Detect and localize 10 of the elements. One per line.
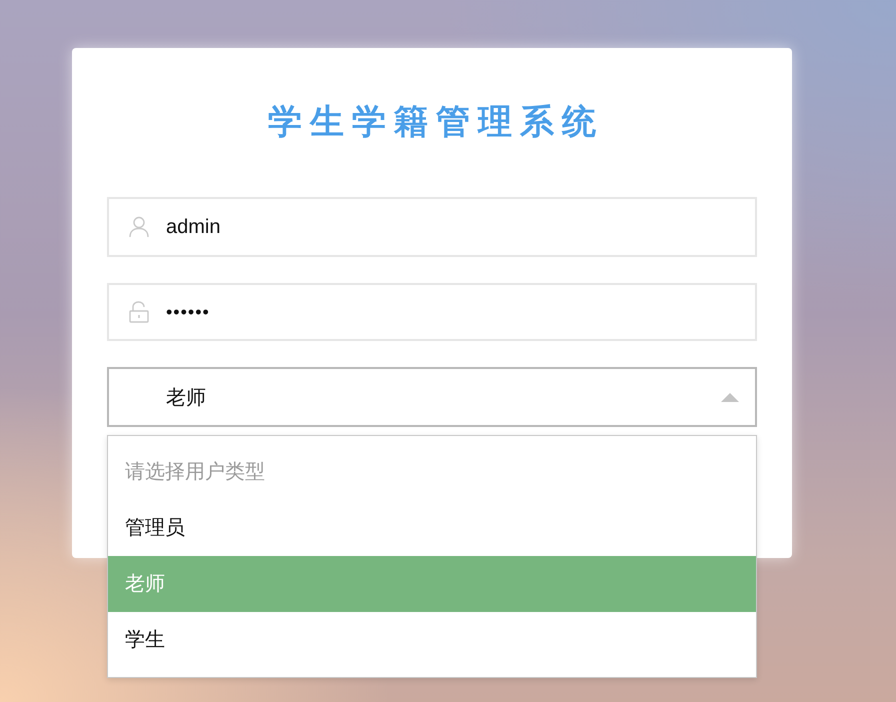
app-title: 学生学籍管理系统	[267, 102, 605, 143]
username-field[interactable]: admin	[107, 197, 757, 257]
dropdown-option: 请选择用户类型	[108, 444, 756, 500]
user-type-select[interactable]: 老师	[107, 367, 757, 427]
lock-icon	[129, 301, 149, 323]
dropdown-option[interactable]: 学生	[108, 612, 756, 668]
caret-icon	[721, 392, 739, 402]
user-icon	[129, 216, 149, 238]
password-field[interactable]: ••••••	[107, 283, 757, 341]
dropdown-option[interactable]: 管理员	[108, 500, 756, 556]
